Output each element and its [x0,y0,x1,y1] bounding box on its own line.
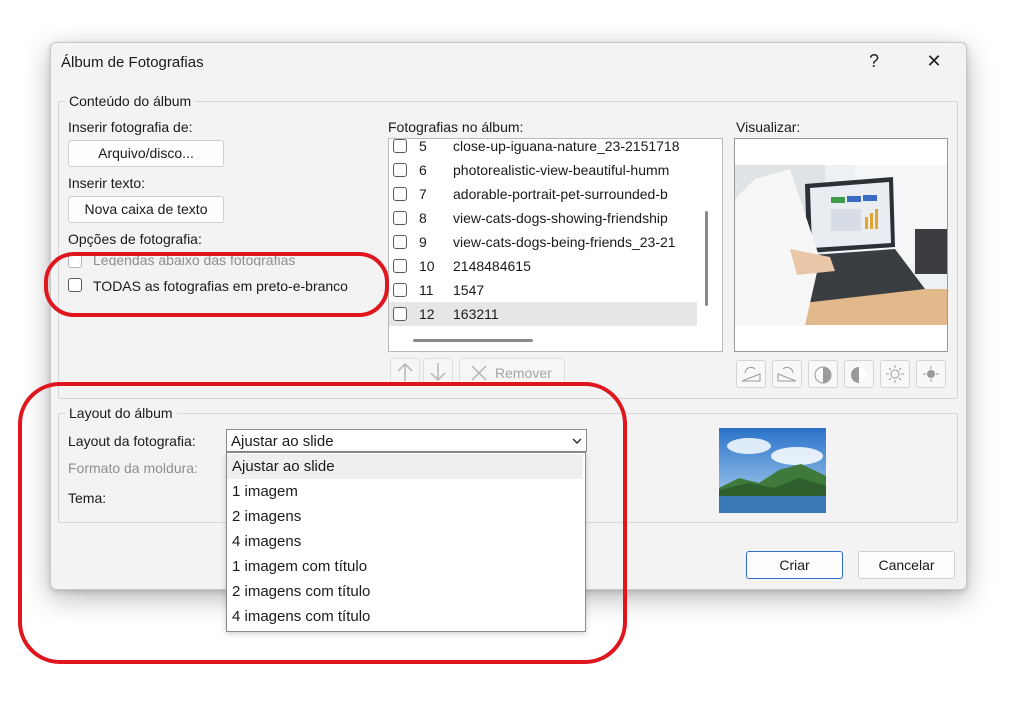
brightness-up-button[interactable] [880,360,910,388]
photo-options-label: Opções de fotografia: [68,231,202,247]
rotate-right-button[interactable] [772,360,802,388]
photo-name: close-up-iguana-nature_23-2151718 [453,138,680,154]
contrast-up-icon [814,366,832,384]
remove-label: Remover [495,365,552,381]
photo-checkbox[interactable] [393,283,407,297]
contrast-down-icon [851,367,867,383]
photo-checkbox[interactable] [393,235,407,249]
photo-name: 2148484615 [453,258,531,274]
rotate-left-button[interactable] [736,360,766,388]
remove-x-icon [471,365,487,381]
photo-checkbox[interactable] [393,163,407,177]
photo-name: 1547 [453,282,485,298]
file-disk-button[interactable]: Arquivo/disco... [68,140,224,167]
list-vertical-scrollbar[interactable] [705,211,708,306]
photo-number: 9 [419,234,427,250]
list-item[interactable]: 5 close-up-iguana-nature_23-2151718 [389,138,697,158]
insert-text-label: Inserir texto: [68,175,146,191]
photo-checkbox[interactable] [393,139,407,153]
list-item[interactable]: 9 view-cats-dogs-being-friends_23-21 [389,230,697,254]
photos-in-album-label: Fotografias no álbum: [388,119,524,135]
photo-checkbox[interactable] [393,259,407,273]
help-button[interactable]: ? [859,48,889,74]
list-item[interactable]: 10 2148484615 [389,254,697,278]
brightness-up-icon [886,365,904,383]
photo-name: view-cats-dogs-showing-friendship [453,210,668,226]
photo-number: 5 [419,138,427,154]
new-text-box-button[interactable]: Nova caixa de texto [68,196,224,223]
brightness-down-button[interactable] [916,360,946,388]
list-item[interactable]: 12 163211 [389,302,697,326]
close-button[interactable]: ✕ [919,48,949,74]
album-content-legend: Conteúdo do álbum [65,93,196,109]
photo-name: 163211 [453,306,499,322]
insert-photo-label: Inserir fotografia de: [68,119,193,135]
rotate-left-icon [741,366,761,382]
preview-pane [734,138,948,352]
highlight-ring-layout [18,382,627,664]
photo-name: view-cats-dogs-being-friends_23-21 [453,234,676,250]
photo-checkbox[interactable] [393,307,407,321]
create-button[interactable]: Criar [746,551,843,579]
dialog-title: Álbum de Fotografias [61,54,204,71]
highlight-ring-bw-option [44,252,389,317]
rotate-right-icon [777,366,797,382]
preview-label: Visualizar: [736,119,801,135]
photos-list[interactable]: 5 close-up-iguana-nature_23-2151718 6 ph… [388,138,723,352]
photo-number: 8 [419,210,427,226]
layout-preview-image [719,428,826,513]
photo-number: 11 [419,282,434,298]
photo-number: 6 [419,162,427,178]
photo-number: 12 [419,306,435,322]
list-item[interactable]: 8 view-cats-dogs-showing-friendship [389,206,697,230]
list-horizontal-scrollbar[interactable] [413,339,533,342]
contrast-down-button[interactable] [844,360,874,388]
photo-checkbox[interactable] [393,187,407,201]
cancel-button[interactable]: Cancelar [858,551,955,579]
photo-name: adorable-portrait-pet-surrounded-b [453,186,668,202]
list-item[interactable]: 6 photorealistic-view-beautiful-humm [389,158,697,182]
preview-image [735,165,947,325]
photo-name: photorealistic-view-beautiful-humm [453,162,670,178]
photo-number: 10 [419,258,435,274]
contrast-up-button[interactable] [808,360,838,388]
list-item[interactable]: 11 1547 [389,278,697,302]
photo-number: 7 [419,186,427,202]
photo-checkbox[interactable] [393,211,407,225]
list-item[interactable]: 7 adorable-portrait-pet-surrounded-b [389,182,697,206]
brightness-down-icon [923,366,939,382]
